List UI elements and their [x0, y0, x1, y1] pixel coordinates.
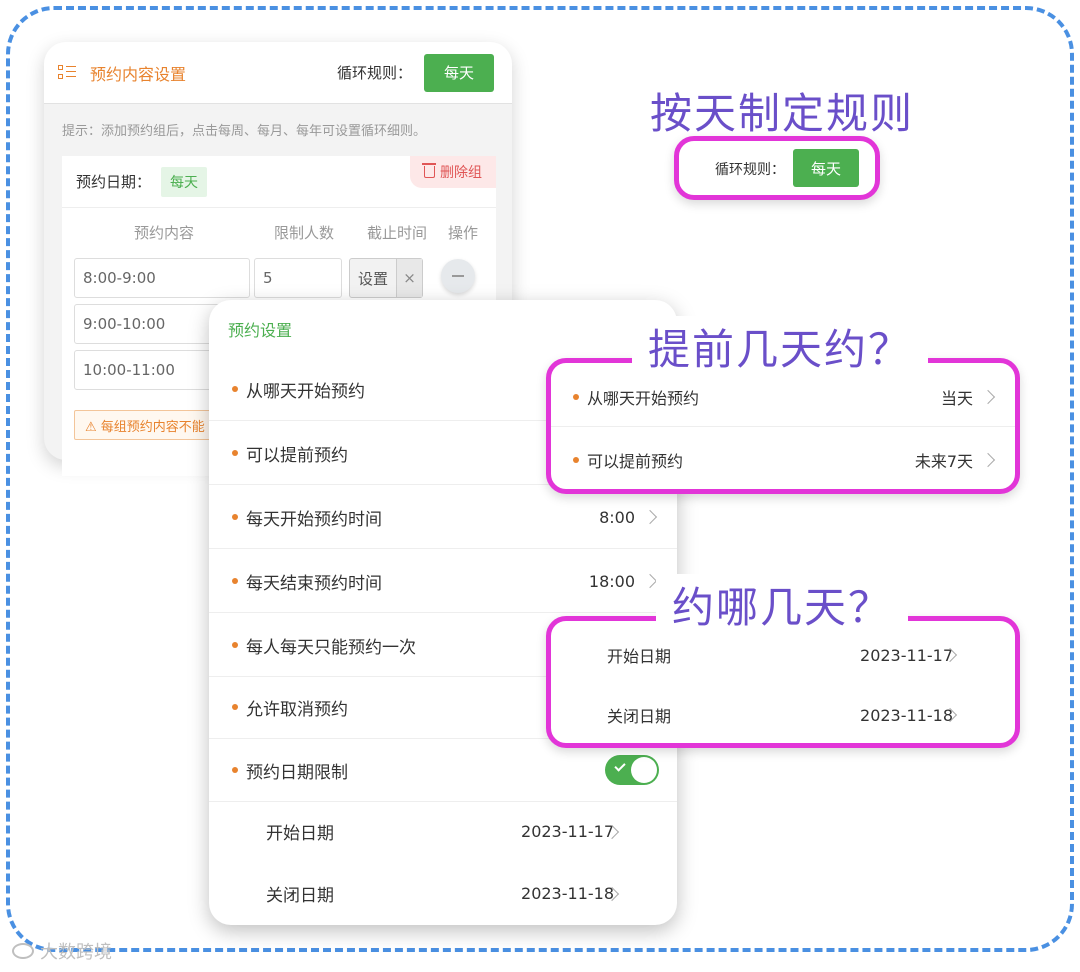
setting-label: 预约日期限制 [246, 762, 348, 783]
setting-value: 2023-11-18 [860, 705, 953, 725]
setting-row-start-date[interactable]: 开始日期 2023-11-17 [209, 800, 677, 863]
rule-heading: 按天制定规则 [650, 89, 915, 138]
group-date-tag[interactable]: 每天 [161, 166, 208, 197]
card-title: 预约设置 [228, 321, 293, 340]
toggle-knob [631, 757, 657, 783]
advance-highlight-box: 从哪天开始预约 当天 可以提前预约 未来7天 [546, 358, 1020, 494]
setting-row-daily-start[interactable]: 每天开始预约时间 8:00 [209, 486, 677, 549]
bullet-icon [232, 767, 238, 773]
bullet-icon [232, 386, 238, 392]
setting-row-end-date[interactable]: 关闭日期 2023-11-18 [551, 684, 1015, 746]
setting-label: 可以提前预约 [246, 445, 348, 466]
days-highlight-box: 开始日期 2023-11-17 关闭日期 2023-11-18 [546, 616, 1020, 748]
days-heading: 约哪几天？ [656, 574, 909, 635]
setting-row-advance[interactable]: 可以提前预约 未来7天 [551, 429, 1015, 491]
bullet-icon [573, 457, 579, 463]
setting-value: 2023-11-17 [521, 822, 614, 841]
set-label: 设置 [357, 269, 388, 288]
minus-icon [452, 275, 464, 277]
delete-group-button[interactable]: 删除组 [410, 156, 496, 188]
watermark: 大数跨境 [12, 938, 112, 964]
date-limit-toggle[interactable] [605, 755, 659, 785]
setting-value: 未来7天 [914, 452, 973, 471]
limit-input[interactable]: 5 [254, 258, 342, 298]
setting-value: 当天 [940, 389, 973, 408]
setting-label: 每天结束预约时间 [246, 573, 382, 594]
check-icon [614, 760, 626, 772]
setting-label: 每天开始预约时间 [246, 509, 382, 530]
column-header: 操作 [448, 224, 479, 242]
watermark-text: 大数跨境 [40, 942, 112, 963]
cycle-rule-label: 循环规则： [336, 64, 412, 82]
group-date-label: 预约日期： [76, 173, 152, 191]
setting-label: 开始日期 [266, 824, 334, 844]
card-header: 预约内容设置 循环规则： 每天 [44, 42, 512, 104]
setting-row-daily-end[interactable]: 每天结束预约时间 18:00 [209, 550, 677, 613]
cycle-rule-button[interactable]: 每天 [424, 53, 494, 92]
trash-icon [422, 163, 436, 178]
chevron-right-icon [642, 509, 658, 525]
remove-row-button[interactable] [441, 259, 475, 293]
setting-label: 每人每天只能预约一次 [246, 637, 416, 658]
bullet-icon [232, 450, 238, 456]
card-title: 预约内容设置 [90, 64, 187, 84]
cycle-rule-button[interactable]: 每天 [793, 149, 859, 187]
bullet-icon [573, 394, 579, 400]
list-icon [58, 64, 76, 81]
setting-label: 可以提前预约 [587, 452, 684, 471]
setting-label: 允许取消预约 [246, 699, 348, 720]
setting-value: 2023-11-18 [521, 884, 614, 903]
watermark-logo-icon [12, 943, 34, 959]
setting-label: 开始日期 [607, 647, 672, 666]
setting-row-date-limit: 预约日期限制 [209, 739, 677, 802]
column-header: 截止时间 [367, 224, 428, 242]
clear-deadline-button[interactable]: × [396, 259, 422, 297]
bullet-icon [232, 642, 238, 648]
setting-row-end-date[interactable]: 关闭日期 2023-11-18 [209, 862, 677, 925]
chevron-right-icon [980, 389, 996, 405]
bullet-icon [232, 704, 238, 710]
setting-value: 8:00 [599, 507, 635, 527]
bullet-icon [232, 578, 238, 584]
delete-group-label: 删除组 [440, 165, 482, 181]
setting-label: 关闭日期 [266, 886, 334, 906]
setting-label: 从哪天开始预约 [246, 381, 365, 402]
tip-text: 提示：添加预约组后，点击每周、每月、每年可设置循环细则。 [62, 124, 427, 139]
setting-label: 从哪天开始预约 [587, 389, 700, 408]
chevron-right-icon [642, 573, 658, 589]
column-header: 预约内容 [134, 224, 195, 242]
deadline-set-button[interactable]: 设置 × [349, 258, 423, 298]
chevron-right-icon [980, 452, 996, 468]
rule-highlight-box: 循环规则： 每天 [674, 136, 880, 200]
advance-heading: 提前几天约？ [632, 316, 929, 377]
divider [551, 426, 1015, 427]
column-header: 限制人数 [274, 224, 335, 242]
setting-value: 2023-11-17 [860, 645, 953, 665]
setting-value: 18:00 [588, 571, 635, 591]
content-input[interactable]: 8:00-9:00 [74, 258, 250, 298]
bullet-icon [232, 514, 238, 520]
cycle-rule-label: 循环规则： [715, 162, 785, 178]
setting-label: 关闭日期 [607, 707, 672, 726]
